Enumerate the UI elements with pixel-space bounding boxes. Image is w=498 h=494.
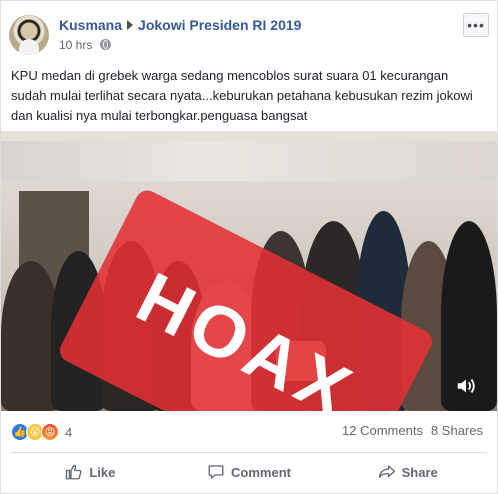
post-title: Kusmana Jokowi Presiden RI 2019 bbox=[59, 17, 301, 33]
angry-reaction-icon: 😡 bbox=[41, 423, 59, 441]
divider bbox=[11, 452, 487, 453]
comment-button-label: Comment bbox=[231, 464, 291, 480]
avatar[interactable] bbox=[9, 15, 49, 55]
comment-button[interactable]: Comment bbox=[170, 457, 329, 487]
reactions-summary[interactable]: 👍 😮 😡 4 bbox=[11, 422, 72, 442]
arrow-right-icon bbox=[127, 20, 134, 30]
globe-icon bbox=[99, 39, 111, 50]
volume-icon[interactable] bbox=[455, 375, 477, 397]
comment-icon bbox=[208, 465, 224, 479]
reaction-count: 4 bbox=[65, 424, 73, 440]
share-button-label: Share bbox=[401, 464, 438, 480]
engagement-stats: 12 Comments 8 Shares bbox=[334, 423, 483, 438]
video-background-banner bbox=[1, 141, 497, 181]
like-button[interactable]: Like bbox=[11, 457, 170, 487]
post-timestamp[interactable]: 10 hrs bbox=[59, 38, 92, 52]
comments-count-link[interactable]: 12 Comments bbox=[342, 423, 423, 438]
action-bar: Like Comment Share bbox=[11, 457, 487, 487]
more-options-button[interactable]: ••• bbox=[463, 13, 489, 37]
post-header: Kusmana Jokowi Presiden RI 2019 10 hrs ••… bbox=[9, 13, 489, 57]
share-button[interactable]: Share bbox=[328, 457, 487, 487]
share-icon bbox=[378, 465, 395, 478]
ellipsis-icon: ••• bbox=[467, 17, 485, 33]
group-name[interactable]: Jokowi Presiden RI 2019 bbox=[138, 17, 301, 33]
author-name[interactable]: Kusmana bbox=[59, 17, 122, 33]
post-card: Kusmana Jokowi Presiden RI 2019 10 hrs ••… bbox=[0, 0, 498, 494]
post-meta: 10 hrs bbox=[59, 38, 111, 52]
like-button-label: Like bbox=[89, 464, 116, 480]
video-player[interactable]: HOAX bbox=[1, 131, 497, 411]
shares-count-link[interactable]: 8 Shares bbox=[431, 423, 483, 438]
thumbs-up-icon bbox=[66, 464, 82, 480]
post-text: KPU medan di grebek warga sedang mencobl… bbox=[11, 68, 473, 123]
